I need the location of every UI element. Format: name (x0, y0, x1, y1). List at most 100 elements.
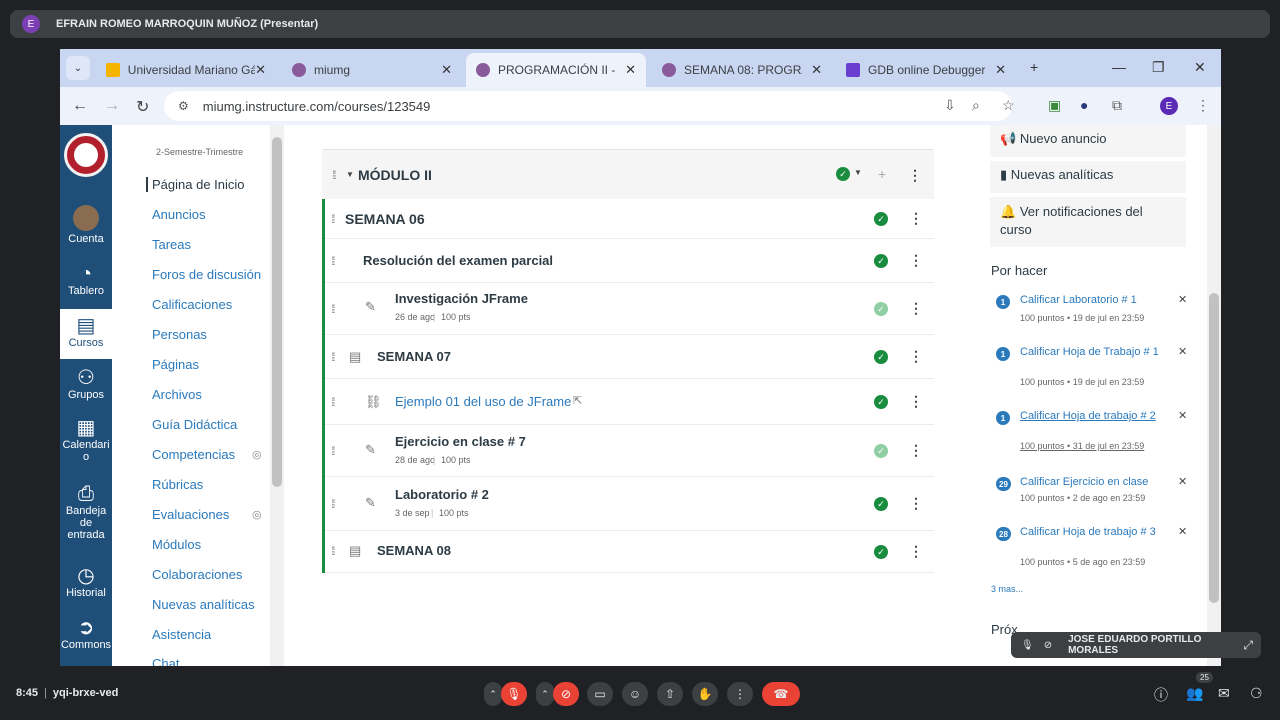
present-button[interactable]: ⇧ (657, 682, 683, 706)
todo-title[interactable]: Calificar Ejercicio en clase (1020, 475, 1160, 489)
drag-handle-icon[interactable]: ⁞⁞ (331, 395, 335, 409)
close-icon[interactable]: ✕ (625, 62, 636, 78)
item-menu-icon[interactable]: ⋮ (909, 543, 923, 560)
module-header[interactable]: ⁞⁞ ▼ MÓDULO II ✓ ▼ + ⋮ (322, 149, 934, 199)
item-menu-icon[interactable]: ⋮ (909, 300, 923, 317)
course-nav-grades[interactable]: Calificaciones (152, 297, 232, 312)
item-menu-icon[interactable]: ⋮ (909, 442, 923, 459)
drag-handle-icon[interactable]: ⁞⁞ (331, 444, 335, 458)
todo-title[interactable]: Calificar Hoja de trabajo # 3 (1020, 525, 1160, 539)
drag-handle-icon[interactable]: ⁞⁞ (331, 212, 335, 226)
new-tab-icon[interactable]: + (1030, 59, 1038, 75)
collapse-caret-icon[interactable]: ▼ (346, 170, 354, 179)
nav-inbox[interactable]: ⎙ Bandeja de entrada (60, 483, 112, 541)
add-item-icon[interactable]: + (878, 166, 886, 182)
site-info-icon[interactable]: ⚙ (178, 99, 189, 113)
course-nav-page-scrollbar-thumb[interactable] (272, 137, 282, 487)
nav-courses[interactable]: ▤ Cursos (60, 309, 112, 359)
show-more-link[interactable]: 3 mas... (991, 584, 1023, 594)
dismiss-icon[interactable]: ✕ (1178, 475, 1187, 488)
module-item[interactable]: ⁞⁞ ▤ SEMANA 08 ✓ ⋮ (325, 531, 934, 573)
captions-button[interactable]: ▭ (587, 682, 613, 706)
nav-history[interactable]: ◷ Historial (60, 565, 112, 599)
module-item-title[interactable]: Resolución del examen parcial (363, 253, 553, 268)
course-nav-rubrics[interactable]: Rúbricas (152, 477, 203, 492)
published-check-icon[interactable]: ✓ (874, 444, 888, 458)
minimize-icon[interactable]: — (1112, 59, 1126, 75)
nav-calendar[interactable]: ▦ Calendari o (60, 417, 112, 463)
expand-icon[interactable]: ⤢ (1243, 638, 1253, 653)
publish-menu-caret-icon[interactable]: ▼ (854, 168, 862, 177)
audio-options-icon[interactable]: ⌃ (484, 682, 502, 706)
drag-handle-icon[interactable]: ⁞⁞ (331, 544, 335, 558)
module-item[interactable]: ⁞⁞ ✎ Ejercicio en clase # 7 28 de ago | … (325, 425, 934, 477)
drag-handle-icon[interactable]: ⁞⁞ (331, 497, 335, 511)
todo-item[interactable]: 1 Calificar Hoja de trabajo # 2 100 punt… (996, 409, 1187, 459)
published-check-icon[interactable]: ✓ (874, 497, 888, 511)
dismiss-icon[interactable]: ✕ (1178, 293, 1187, 306)
module-item[interactable]: ⁞⁞ ▤ SEMANA 07 ✓ ⋮ (325, 335, 934, 379)
emoji-button[interactable]: ☺ (622, 682, 648, 706)
todo-item[interactable]: 1 Calificar Laboratorio # 1 100 puntos •… (996, 293, 1187, 333)
published-check-icon[interactable]: ✓ (874, 212, 888, 226)
drag-handle-icon[interactable]: ⁞⁞ (331, 350, 335, 364)
todo-item[interactable]: 28 Calificar Hoja de trabajo # 3 100 pun… (996, 525, 1187, 575)
zoom-icon[interactable]: ⌕ (972, 97, 980, 114)
module-item-title[interactable]: Investigación JFrame (395, 291, 528, 306)
view-notifications-button[interactable]: 🔔 Ver notificaciones del curso (990, 197, 1186, 247)
published-check-icon[interactable]: ✓ (874, 395, 888, 409)
published-check-icon[interactable]: ✓ (874, 545, 888, 559)
restore-icon[interactable]: ❐ (1152, 59, 1165, 76)
dismiss-icon[interactable]: ✕ (1178, 409, 1187, 422)
drag-handle-icon[interactable]: ⁞⁞ (332, 168, 336, 182)
activities-icon[interactable]: ⚆ (1250, 685, 1263, 702)
course-nav-guide[interactable]: Guía Didáctica (152, 417, 237, 432)
published-check-icon[interactable]: ✓ (874, 350, 888, 364)
module-item[interactable]: ⁞⁞ ⛓ Ejemplo 01 del uso de JFrame ⇱ ✓ ⋮ (325, 379, 934, 425)
todo-item[interactable]: 29 Calificar Ejercicio en clase 100 punt… (996, 475, 1187, 511)
course-nav-competencies[interactable]: Competencias (152, 447, 235, 462)
item-menu-icon[interactable]: ⋮ (909, 210, 923, 227)
camera-toggle-button[interactable]: ⊘ (553, 682, 579, 706)
back-icon[interactable]: ← (72, 97, 88, 115)
bookmark-star-icon[interactable]: ☆ (1002, 97, 1015, 114)
nav-groups[interactable]: ⚇ Grupos (60, 367, 112, 401)
nav-commons[interactable]: ➲ Commons (60, 617, 112, 651)
tab-search-button[interactable]: ⌄ (66, 56, 90, 80)
course-nav-modules[interactable]: Módulos (152, 537, 201, 552)
profile-avatar[interactable]: E (1160, 97, 1178, 115)
module-item[interactable]: ⁞⁞ ✎ Laboratorio # 2 3 de sep | 100 pts … (325, 477, 934, 531)
page-scrollbar-thumb[interactable] (1209, 293, 1219, 603)
item-menu-icon[interactable]: ⋮ (909, 252, 923, 269)
course-nav-announcements[interactable]: Anuncios (152, 207, 205, 222)
raise-hand-button[interactable]: ✋ (692, 682, 718, 706)
more-options-button[interactable]: ⋮ (727, 682, 753, 706)
drag-handle-icon[interactable]: ⁞⁞ (331, 254, 335, 268)
tab-gdb[interactable]: GDB online Debugger | ✕ (836, 53, 1016, 87)
todo-item[interactable]: 1 Calificar Hoja de Trabajo # 1 100 punt… (996, 345, 1187, 395)
module-item-title[interactable]: SEMANA 08 (377, 543, 451, 558)
module-item-title[interactable]: Ejemplo 01 del uso de JFrame (395, 394, 571, 409)
module-item-title[interactable]: SEMANA 06 (345, 211, 425, 227)
tab-semana-08[interactable]: SEMANA 08: PROGRAM ✕ (652, 53, 832, 87)
install-app-icon[interactable]: ⇩ (944, 97, 956, 114)
course-nav-files[interactable]: Archivos (152, 387, 202, 402)
course-nav-evaluations[interactable]: Evaluaciones (152, 507, 229, 522)
module-item-title[interactable]: SEMANA 07 (377, 349, 451, 364)
todo-title[interactable]: Calificar Hoja de Trabajo # 1 (1020, 345, 1160, 359)
course-nav-discussions[interactable]: Foros de discusión (152, 267, 261, 282)
course-nav-analytics[interactable]: Nuevas analíticas (152, 597, 255, 612)
extension-globe-icon[interactable]: ● (1080, 97, 1088, 113)
course-nav-people[interactable]: Personas (152, 327, 207, 342)
browser-menu-icon[interactable]: ⋮ (1196, 97, 1210, 114)
course-nav-attendance[interactable]: Asistencia (152, 627, 211, 642)
course-nav-collaborations[interactable]: Colaboraciones (152, 567, 242, 582)
module-item-title[interactable]: Ejercicio en clase # 7 (395, 434, 526, 449)
item-menu-icon[interactable]: ⋮ (909, 393, 923, 410)
people-icon[interactable]: 👥 (1186, 685, 1203, 702)
nav-account[interactable]: Cuenta (60, 205, 112, 245)
tab-miumg[interactable]: miumg ✕ (282, 53, 462, 87)
module-item[interactable]: ⁞⁞ SEMANA 06 ✓ ⋮ (325, 199, 934, 239)
module-item[interactable]: ⁞⁞ Resolución del examen parcial ✓ ⋮ (325, 239, 934, 283)
meeting-details-icon[interactable]: ⓘ (1154, 685, 1168, 705)
